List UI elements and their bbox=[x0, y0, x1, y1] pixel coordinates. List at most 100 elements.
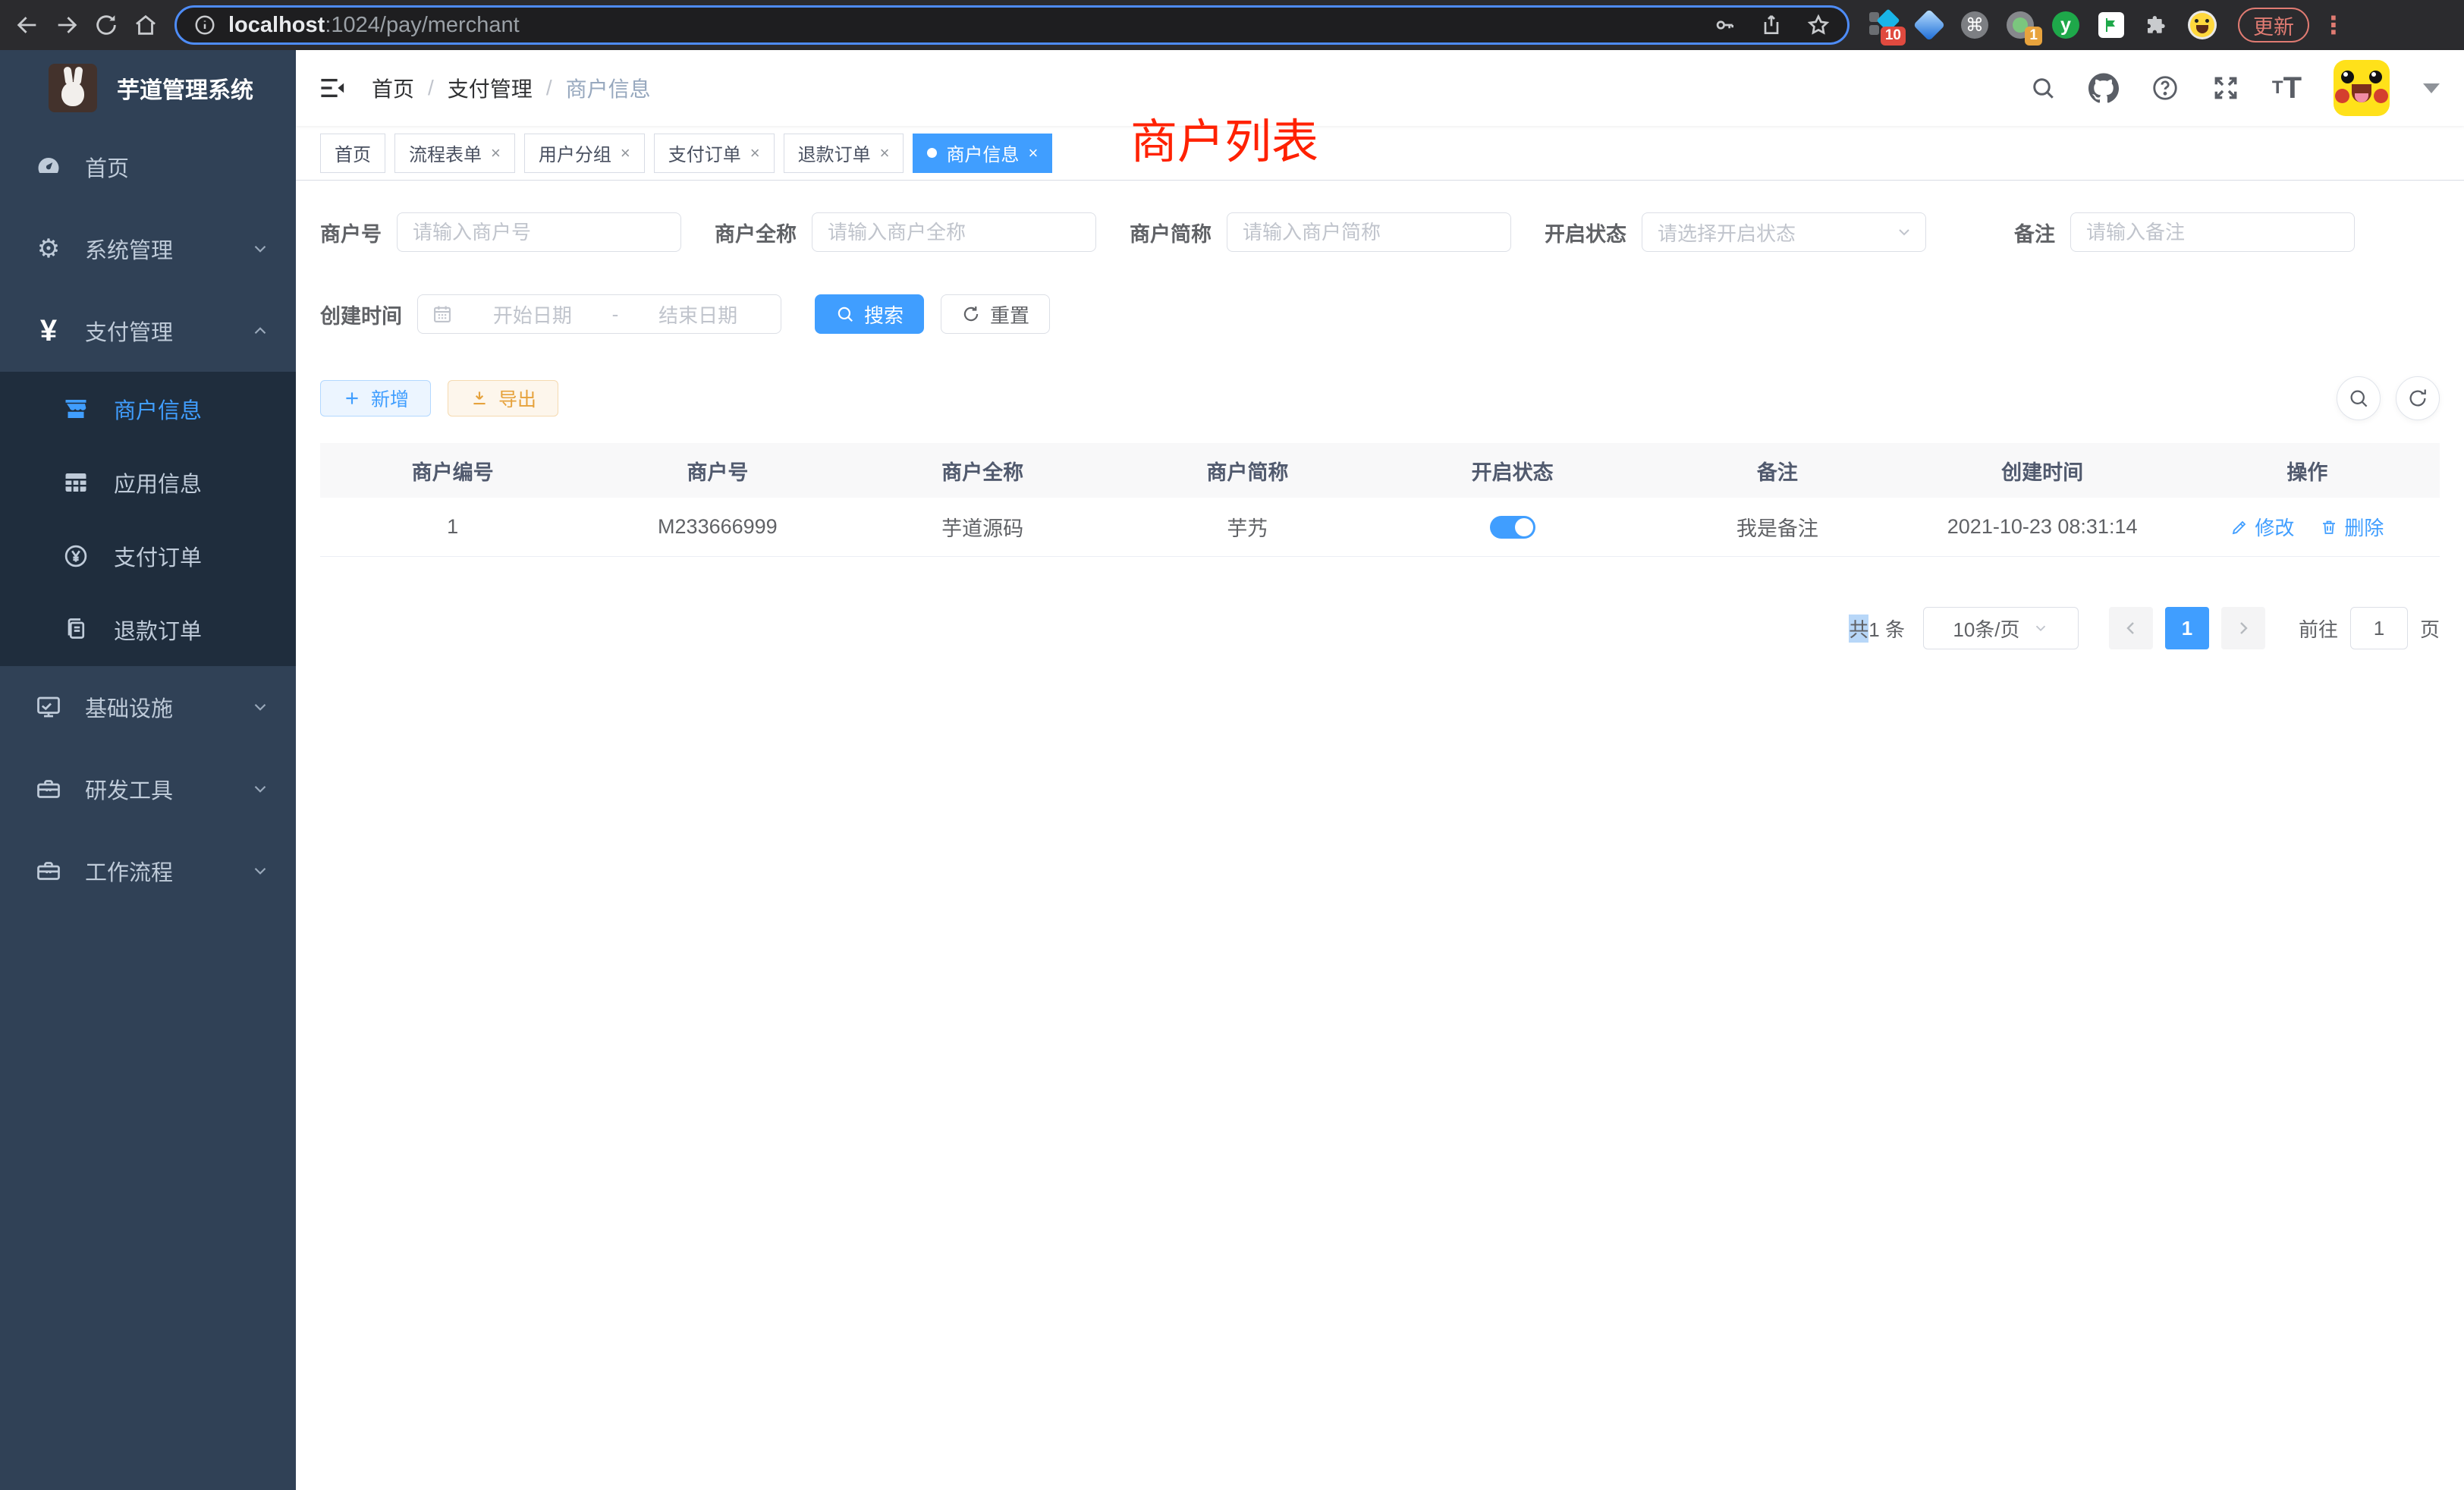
sidebar-item-system[interactable]: ⚙ 系统管理 bbox=[0, 208, 296, 290]
share-icon[interactable] bbox=[1759, 13, 1784, 37]
chevron-up-icon bbox=[250, 321, 270, 341]
sidebar-item-label: 系统管理 bbox=[85, 233, 173, 265]
page-number-1[interactable]: 1 bbox=[2165, 607, 2209, 649]
font-size-icon[interactable]: TT bbox=[2272, 76, 2302, 100]
extension-recorder-icon[interactable]: 1 bbox=[2006, 11, 2035, 39]
goto-page-input[interactable] bbox=[2350, 607, 2408, 649]
extension-tabs-icon[interactable]: 10 bbox=[1869, 11, 1898, 39]
search-button[interactable]: 搜索 bbox=[815, 294, 924, 334]
sidebar: 芋道管理系统 首页 ⚙ 系统管理 ¥ 支付管理 bbox=[0, 50, 296, 1490]
sidebar-item-pay[interactable]: ¥ 支付管理 bbox=[0, 290, 296, 372]
app-title: 芋道管理系统 bbox=[117, 71, 253, 105]
tab-process-form[interactable]: 流程表单× bbox=[394, 134, 515, 173]
sidebar-item-home[interactable]: 首页 bbox=[0, 126, 296, 208]
sidebar-item-refund-order[interactable]: 退款订单 bbox=[0, 593, 296, 666]
document-copy-icon bbox=[59, 616, 93, 643]
col-actions: 操作 bbox=[2175, 443, 2440, 498]
sidebar-item-infrastructure[interactable]: 基础设施 bbox=[0, 666, 296, 748]
extension-command-icon[interactable]: ⌘ bbox=[1960, 11, 1989, 39]
site-info-icon[interactable] bbox=[193, 14, 216, 36]
toggle-search-button[interactable] bbox=[2337, 376, 2381, 420]
chrome-update-button[interactable]: 更新 bbox=[2238, 8, 2309, 42]
remark-input[interactable] bbox=[2070, 212, 2355, 252]
calendar-icon bbox=[432, 303, 453, 325]
briefcase-icon bbox=[32, 857, 65, 885]
close-icon[interactable]: × bbox=[880, 143, 890, 163]
browser-forward-button[interactable] bbox=[50, 8, 83, 42]
full-name-input[interactable] bbox=[812, 212, 1096, 252]
browser-reload-button[interactable] bbox=[90, 8, 123, 42]
breadcrumb-pay[interactable]: 支付管理 bbox=[448, 73, 533, 103]
refresh-button[interactable] bbox=[2396, 376, 2440, 420]
red-annotation-title: 商户列表 bbox=[1130, 103, 1318, 171]
status-toggle[interactable] bbox=[1490, 516, 1535, 539]
bookmark-star-icon[interactable] bbox=[1806, 13, 1831, 37]
page-content: 商户号 商户全称 商户简称 开启状态 请选择开启状态 bbox=[296, 181, 2464, 649]
page-unit-label: 页 bbox=[2420, 615, 2440, 643]
merchant-no-label: 商户号 bbox=[320, 218, 382, 247]
tab-pay-order[interactable]: 支付订单× bbox=[654, 134, 775, 173]
cell-full-name: 芋道源码 bbox=[850, 498, 1115, 557]
tab-home[interactable]: 首页 bbox=[320, 134, 385, 173]
prev-page-button[interactable] bbox=[2109, 607, 2153, 649]
header-search-icon[interactable] bbox=[2029, 74, 2057, 102]
github-icon[interactable] bbox=[2088, 73, 2119, 103]
avatar-dropdown-caret[interactable] bbox=[2423, 83, 2440, 93]
extensions-puzzle-icon[interactable] bbox=[2142, 11, 2171, 39]
short-name-input[interactable] bbox=[1227, 212, 1511, 252]
address-bar[interactable]: localhost:1024/pay/merchant bbox=[174, 5, 1850, 45]
yen-icon: ¥ bbox=[32, 314, 65, 348]
browser-back-button[interactable] bbox=[11, 8, 44, 42]
close-icon[interactable]: × bbox=[1028, 143, 1038, 163]
tab-merchant-info[interactable]: 商户信息× bbox=[913, 134, 1052, 173]
sidebar-item-label: 基础设施 bbox=[85, 691, 173, 723]
sidebar-collapse-icon[interactable] bbox=[320, 75, 346, 101]
extension-badge: 10 bbox=[1881, 27, 1906, 46]
export-button[interactable]: 导出 bbox=[448, 380, 558, 417]
browser-home-button[interactable] bbox=[129, 8, 162, 42]
status-select[interactable]: 请选择开启状态 bbox=[1642, 212, 1926, 252]
chevron-down-icon bbox=[250, 861, 270, 881]
next-page-button[interactable] bbox=[2221, 607, 2265, 649]
reset-button[interactable]: 重置 bbox=[941, 294, 1050, 334]
chrome-menu-icon[interactable]: ⋮ bbox=[2321, 11, 2346, 39]
cell-short-name: 芋艿 bbox=[1115, 498, 1380, 557]
cell-merchant-id: 1 bbox=[320, 498, 585, 557]
extension-flag-icon[interactable] bbox=[2097, 11, 2126, 39]
sidebar-item-merchant-info[interactable]: 商户信息 bbox=[0, 372, 296, 445]
extension-y-icon[interactable]: y bbox=[2051, 11, 2080, 39]
col-status: 开启状态 bbox=[1380, 443, 1645, 498]
date-end-placeholder: 结束日期 bbox=[629, 300, 767, 328]
sidebar-item-pay-order[interactable]: 支付订单 bbox=[0, 519, 296, 593]
create-time-label: 创建时间 bbox=[320, 300, 402, 329]
add-button[interactable]: 新增 bbox=[320, 380, 431, 417]
edit-link[interactable]: 修改 bbox=[2230, 513, 2294, 541]
grid-icon bbox=[59, 469, 93, 496]
chevron-down-icon bbox=[250, 239, 270, 259]
breadcrumb: 首页 / 支付管理 / 商户信息 bbox=[372, 73, 651, 103]
extension-gem-icon[interactable] bbox=[1915, 11, 1944, 39]
tab-user-group[interactable]: 用户分组× bbox=[524, 134, 645, 173]
extension-emoji-icon[interactable] bbox=[2188, 11, 2217, 39]
tab-refund-order[interactable]: 退款订单× bbox=[784, 134, 904, 173]
avatar[interactable] bbox=[2334, 60, 2390, 116]
page-size-select[interactable]: 10条/页 bbox=[1923, 607, 2079, 649]
goto-label: 前往 bbox=[2299, 615, 2338, 643]
sidebar-item-dev-tools[interactable]: 研发工具 bbox=[0, 748, 296, 830]
sidebar-item-label: 应用信息 bbox=[114, 467, 202, 498]
fullscreen-icon[interactable] bbox=[2211, 74, 2240, 102]
chevron-down-icon bbox=[250, 697, 270, 717]
url-text[interactable]: localhost:1024/pay/merchant bbox=[228, 13, 1700, 38]
close-icon[interactable]: × bbox=[750, 143, 760, 163]
breadcrumb-home[interactable]: 首页 bbox=[372, 73, 414, 103]
sidebar-item-app-info[interactable]: 应用信息 bbox=[0, 445, 296, 519]
sidebar-logo-row[interactable]: 芋道管理系统 bbox=[0, 50, 296, 126]
close-icon[interactable]: × bbox=[491, 143, 501, 163]
delete-link[interactable]: 删除 bbox=[2320, 513, 2384, 541]
password-key-icon[interactable] bbox=[1712, 13, 1736, 37]
close-icon[interactable]: × bbox=[621, 143, 630, 163]
create-time-range-picker[interactable]: 开始日期 - 结束日期 bbox=[417, 294, 781, 334]
merchant-no-input[interactable] bbox=[397, 212, 681, 252]
sidebar-item-workflow[interactable]: 工作流程 bbox=[0, 830, 296, 912]
help-icon[interactable] bbox=[2151, 74, 2180, 102]
